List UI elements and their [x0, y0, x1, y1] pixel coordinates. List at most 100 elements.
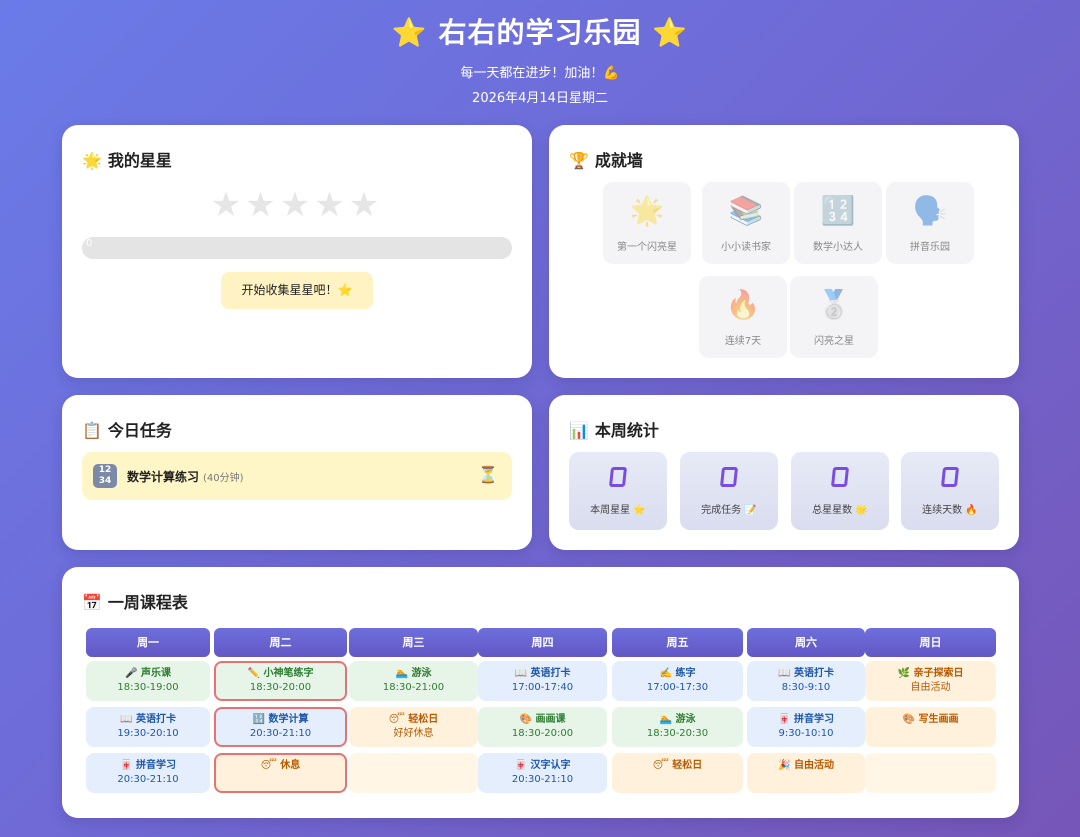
class-time: 9:30-10:10 [778, 728, 834, 739]
schedule-cell[interactable]: 🎉 自由活动 [747, 753, 865, 793]
class-name: 🏊 游泳 [395, 668, 432, 679]
achievement-icon: 🌟 [629, 194, 665, 227]
achievement-label: 第一个闪亮星 [617, 242, 677, 253]
class-name: 🏊 游泳 [659, 714, 696, 725]
achievement-label: 数学小达人 [813, 242, 863, 253]
schedule-cell[interactable]: 🏊 游泳 18:30-20:30 [612, 707, 743, 747]
trophy-icon: 🏆 [569, 151, 589, 170]
achievement-icon: 🗣️ [912, 194, 948, 227]
schedule-cell[interactable]: 🎨 写生画画 [865, 707, 996, 747]
achievement-icon: 🥈 [816, 288, 852, 321]
stat-value-placeholder [719, 467, 739, 487]
achievement-icon: 🔢 [820, 194, 856, 227]
task-name: 数学计算练习 [127, 470, 200, 484]
day-header: 周五 [612, 628, 743, 657]
class-time: 20:30-21:10 [117, 774, 179, 785]
stat-label: 连续天数 🔥 [922, 505, 978, 516]
my-stars-card: 🌟 我的星星 ★★★★★ 0 开始收集星星吧！⭐ [62, 125, 532, 378]
glowing-star-icon: 🌟 [82, 151, 102, 170]
calendar-icon: 📅 [82, 593, 102, 612]
achievement-badge[interactable]: 🌟 第一个闪亮星 [603, 182, 691, 264]
stat-tile: 总星星数 🌟 [791, 452, 889, 530]
day-header: 周一 [86, 628, 210, 657]
achievement-wall-title: 🏆 成就墙 [569, 151, 643, 170]
schedule-cell[interactable]: 🀄 拼音学习 20:30-21:10 [86, 753, 210, 793]
class-name: 🎨 画画课 [519, 714, 566, 725]
task-duration: (40分钟) [203, 473, 244, 484]
achievement-badge[interactable]: 🔢 数学小达人 [794, 182, 882, 264]
schedule-cell[interactable]: ✏️ 小神笔练字 18:30-20:00 [214, 661, 347, 701]
star-progress-text: 0 [86, 238, 93, 249]
week-stats-card: 📊 本周统计 本周星星 ⭐ 完成任务 📝 总星星数 🌟 连续天数 🔥 [549, 395, 1019, 550]
page-title: ⭐ 右右的学习乐园 ⭐ [391, 16, 689, 49]
achievement-badge[interactable]: 📚 小小读书家 [702, 182, 790, 264]
stat-tile: 完成任务 📝 [680, 452, 778, 530]
class-name: 😴 轻松日 [388, 714, 439, 725]
schedule-cell[interactable]: 🎨 画画课 18:30-20:00 [478, 707, 607, 747]
schedule-cell[interactable]: 🌿 亲子探索日 自由活动 [865, 661, 996, 701]
class-time: 20:30-21:10 [511, 774, 574, 785]
clipboard-icon: 📋 [82, 421, 102, 440]
stat-label: 完成任务 📝 [701, 505, 757, 516]
class-time: 18:30-21:00 [382, 682, 445, 693]
schedule-cell[interactable]: 😴 休息 [214, 753, 347, 793]
achievement-label: 小小读书家 [721, 242, 771, 253]
week-stats-title: 📊 本周统计 [569, 421, 659, 440]
task-item[interactable]: 12 34 数学计算练习 (40分钟) ⏳ [82, 452, 512, 500]
class-time: 18:30-19:00 [117, 682, 179, 693]
achievement-label: 拼音乐园 [910, 242, 950, 253]
stat-value-placeholder [830, 467, 850, 487]
schedule-cell[interactable]: 🏊 游泳 18:30-21:00 [349, 661, 478, 701]
stat-value-placeholder [608, 467, 628, 487]
class-name: 🌿 亲子探索日 [897, 668, 964, 679]
achievement-icon: 🔥 [725, 288, 761, 321]
page-subtitle: 每一天都在进步！加油！💪 [460, 66, 620, 81]
star-progress-bar: 0 [82, 237, 512, 259]
class-name: 😴 轻松日 [652, 760, 703, 771]
stat-value-placeholder [940, 467, 960, 487]
hourglass-icon: ⏳ [478, 465, 498, 484]
day-header: 周六 [747, 628, 865, 657]
stat-tile: 本周星星 ⭐ [569, 452, 667, 530]
achievement-badge[interactable]: 🥈 闪亮之星 [790, 276, 878, 358]
achievement-badge[interactable]: 🔥 连续7天 [699, 276, 787, 358]
schedule-cell[interactable]: 📖 英语打卡 19:30-20:10 [86, 707, 210, 747]
achievement-icon: 📚 [728, 194, 764, 227]
weekly-schedule-title: 📅 一周课程表 [82, 593, 188, 612]
class-name: 📖 英语打卡 [514, 668, 571, 679]
schedule-cell[interactable]: 🔢 数学计算 20:30-21:10 [214, 707, 347, 747]
class-name: 🎉 自由活动 [778, 760, 834, 771]
schedule-cell[interactable]: 🎤 声乐课 18:30-19:00 [86, 661, 210, 701]
schedule-cell[interactable]: 😴 轻松日 好好休息 [349, 707, 478, 747]
achievement-wall-card: 🏆 成就墙 🌟 第一个闪亮星 📚 小小读书家 🔢 数学小达人 🗣️ 拼音乐园 🔥 连续7天 🥈 闪亮之星 [549, 125, 1019, 378]
star-rating: ★★★★★ [210, 185, 384, 225]
bar-chart-icon: 📊 [569, 421, 589, 440]
achievement-label: 闪亮之星 [814, 336, 854, 347]
start-collecting-button[interactable]: 开始收集星星吧！⭐ [221, 272, 373, 309]
stat-tile: 连续天数 🔥 [901, 452, 999, 530]
today-tasks-card: 📋 今日任务 12 34 数学计算练习 (40分钟) ⏳ [62, 395, 532, 550]
schedule-cell[interactable]: 🀄 汉字认字 20:30-21:10 [478, 753, 607, 793]
day-header: 周二 [214, 628, 347, 657]
class-name: 📖 英语打卡 [120, 714, 176, 725]
schedule-cell [865, 753, 996, 793]
schedule-cell[interactable]: 🀄 拼音学习 9:30-10:10 [747, 707, 865, 747]
class-time: 17:00-17:40 [511, 682, 574, 693]
class-name: ✏️ 小神笔练字 [247, 668, 314, 679]
schedule-cell[interactable]: ✍️ 练字 17:00-17:30 [612, 661, 743, 701]
schedule-cell[interactable]: 📖 英语打卡 8:30-9:10 [747, 661, 865, 701]
day-header: 周日 [865, 628, 996, 657]
class-name: 😴 休息 [260, 760, 301, 771]
my-stars-title: 🌟 我的星星 [82, 151, 172, 170]
class-name: 🔢 数学计算 [252, 714, 309, 725]
page-header: ⭐ 右右的学习乐园 ⭐ 每一天都在进步！加油！💪 2026年4月14日星期二 [0, 0, 1080, 106]
current-date: 2026年4月14日星期二 [472, 91, 608, 106]
class-name: 🎤 声乐课 [125, 668, 171, 679]
schedule-cell[interactable]: 📖 英语打卡 17:00-17:40 [478, 661, 607, 701]
class-time: 17:00-17:30 [646, 682, 709, 693]
class-time: 19:30-20:10 [117, 728, 179, 739]
class-name: 🀄 拼音学习 [120, 760, 176, 771]
schedule-cell[interactable]: 😴 轻松日 [612, 753, 743, 793]
class-time: 自由活动 [910, 682, 951, 693]
achievement-badge[interactable]: 🗣️ 拼音乐园 [886, 182, 974, 264]
